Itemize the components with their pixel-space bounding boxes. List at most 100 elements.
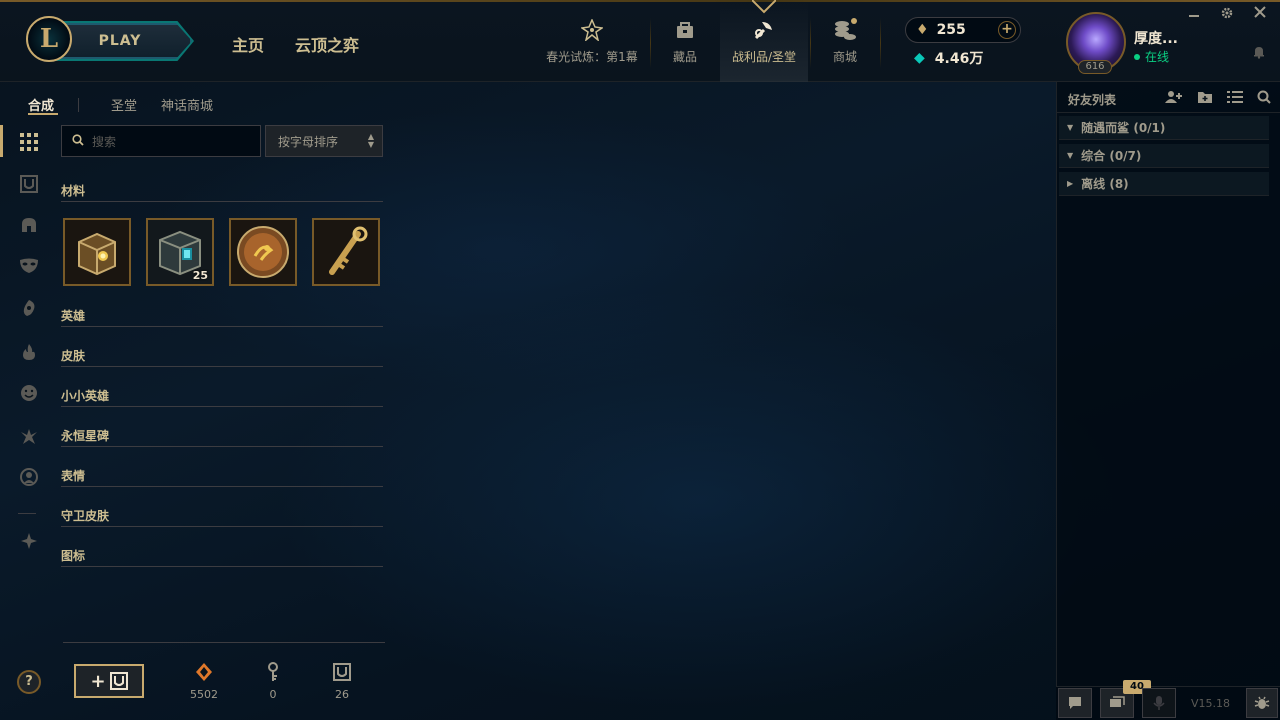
level-badge: 616 <box>1078 60 1112 74</box>
hextech-chest-icon <box>65 220 129 284</box>
chat-history-icon <box>1110 696 1125 707</box>
filter-icons-profile-icon[interactable] <box>18 466 40 488</box>
category-icons-header[interactable]: 图标 <box>61 547 383 567</box>
key-fragment-value: 0 <box>269 688 277 701</box>
filter-ward-skins-icon[interactable] <box>18 530 40 552</box>
active-tab-indicator <box>751 0 777 14</box>
client-version: V15.18 <box>1191 697 1231 710</box>
friend-group-label: 离线 (8) <box>1081 177 1129 191</box>
close-icon[interactable] <box>1254 6 1266 22</box>
search-input[interactable]: 搜索 <box>61 125 261 157</box>
filter-all-grid-icon[interactable] <box>18 131 40 153</box>
friends-header-divider <box>1057 112 1280 113</box>
chevron-down-icon: ▼ <box>1067 151 1074 160</box>
friend-group-row[interactable]: ▶ 离线 (8) <box>1059 172 1269 196</box>
filter-emotes-smiley-icon[interactable] <box>18 382 40 404</box>
store-button[interactable]: 商城 <box>820 10 870 80</box>
collection-label: 藏品 <box>672 50 697 64</box>
minimize-icon[interactable] <box>1188 6 1200 22</box>
notification-bell-icon[interactable] <box>1252 45 1266 62</box>
nav-home[interactable]: 主页 <box>232 32 264 56</box>
category-tacticians-header[interactable]: 小小英雄 <box>61 387 383 407</box>
sort-dropdown[interactable]: 按字母排序 ▲ ▼ <box>265 125 383 157</box>
sort-chevron-icon: ▲ ▼ <box>367 132 374 149</box>
settings-gear-icon[interactable] <box>1220 6 1234 24</box>
active-tab-underline <box>28 113 58 115</box>
category-skins-header[interactable]: 皮肤 <box>61 347 383 367</box>
orange-essence-value: 5502 <box>190 688 218 701</box>
nav-tft[interactable]: 云顶之弈 <box>295 32 359 56</box>
friend-group-label: 综合 (0/7) <box>1081 149 1142 163</box>
divider <box>880 18 881 68</box>
add-folder-icon[interactable] <box>1197 90 1213 107</box>
loot-item-hextech-chest[interactable] <box>63 218 131 286</box>
loot-item-masterwork-chest[interactable]: 25 <box>146 218 214 286</box>
category-emotes-header[interactable]: 表情 <box>61 467 383 487</box>
online-status[interactable]: 在线 <box>1134 48 1169 65</box>
chat-button[interactable] <box>1058 688 1092 718</box>
item-count: 25 <box>192 269 208 282</box>
loot-subtabs: 合成 圣堂 神话商城 <box>28 95 237 114</box>
filter-skins-mask-icon[interactable] <box>18 255 40 277</box>
help-button[interactable]: ? <box>17 670 41 694</box>
league-logo-icon[interactable]: L <box>26 16 72 62</box>
search-icon <box>72 133 84 149</box>
be-balance: ◆ 4.46万 <box>914 48 983 68</box>
be-icon: ◆ <box>914 50 925 66</box>
sidebar-divider <box>18 513 36 514</box>
friend-group-row[interactable]: ▼ 综合 (0/7) <box>1059 144 1269 168</box>
collection-button[interactable]: 藏品 <box>660 10 710 80</box>
store-label: 商城 <box>832 50 857 64</box>
friend-group-row[interactable]: ▼ 随遇而鲨 (0/1) <box>1059 116 1269 140</box>
resource-chests: 26 <box>322 660 362 701</box>
status-label: 在线 <box>1145 50 1170 64</box>
orb-icon <box>231 220 295 284</box>
rp-balance[interactable]: ♦ 255 + <box>905 17 1021 43</box>
loot-icon <box>752 18 776 42</box>
loot-item-orb[interactable] <box>229 218 297 286</box>
loot-item-key[interactable] <box>312 218 380 286</box>
event-icon <box>581 18 603 42</box>
username[interactable]: 厚度... <box>1134 28 1178 48</box>
tab-crafting[interactable]: 合成 <box>28 95 54 114</box>
resource-key-fragments: 0 <box>253 660 293 701</box>
bug-report-button[interactable] <box>1246 688 1278 718</box>
category-eternals-header[interactable]: 永恒星碑 <box>61 427 383 447</box>
buy-rp-button[interactable]: + <box>998 21 1016 39</box>
friend-group-label: 随遇而鲨 (0/1) <box>1081 121 1166 135</box>
filter-tacticians-icon[interactable] <box>18 297 40 319</box>
plus-icon: + <box>90 670 106 692</box>
key-fragment-icon <box>253 660 293 684</box>
filter-champions-helmet-icon[interactable] <box>18 214 40 236</box>
tab-mythic-shop[interactable]: 神话商城 <box>161 95 213 114</box>
event-button[interactable]: 春光试炼：第1幕 <box>540 10 644 80</box>
collection-icon <box>674 18 696 42</box>
microphone-icon <box>1153 696 1165 710</box>
category-materials-header[interactable]: 材料 <box>61 182 383 202</box>
logo-letter: L <box>39 24 59 54</box>
category-ward-skins-header[interactable]: 守卫皮肤 <box>61 507 383 527</box>
category-champions-header[interactable]: 英雄 <box>61 307 383 327</box>
loot-label: 战利品/圣堂 <box>731 50 797 64</box>
add-friend-icon[interactable] <box>1165 90 1183 107</box>
friends-panel: 好友列表 ▼ 随遇而鲨 (0/1) ▼ 综合 (0/7) ▶ 离线 (8) <box>1056 82 1280 720</box>
chevron-right-icon: ▶ <box>1067 179 1074 188</box>
add-chest-button[interactable]: + <box>74 664 144 698</box>
chest-count-icon <box>322 660 362 684</box>
bug-icon <box>1254 696 1270 709</box>
store-icon <box>832 18 858 42</box>
tab-sanctum[interactable]: 圣堂 <box>111 95 137 114</box>
chest-count-value: 26 <box>335 688 349 701</box>
filter-emotes-flame-icon[interactable] <box>18 341 40 363</box>
client-window: PLAY L 主页 云顶之弈 春光试炼：第1幕 藏品 战利品/圣堂 商城 ♦ 2… <box>0 0 1280 720</box>
filter-chests-icon[interactable] <box>18 173 40 195</box>
friend-search-icon[interactable] <box>1257 90 1271 107</box>
bottom-divider <box>63 642 385 643</box>
play-button[interactable]: PLAY <box>58 23 192 59</box>
chest-icon <box>109 672 128 690</box>
tab-separator <box>78 97 80 112</box>
voice-button[interactable] <box>1142 688 1176 718</box>
list-view-icon[interactable] <box>1227 90 1243 107</box>
orange-essence-icon <box>184 660 224 684</box>
filter-eternals-icon[interactable] <box>18 425 40 447</box>
